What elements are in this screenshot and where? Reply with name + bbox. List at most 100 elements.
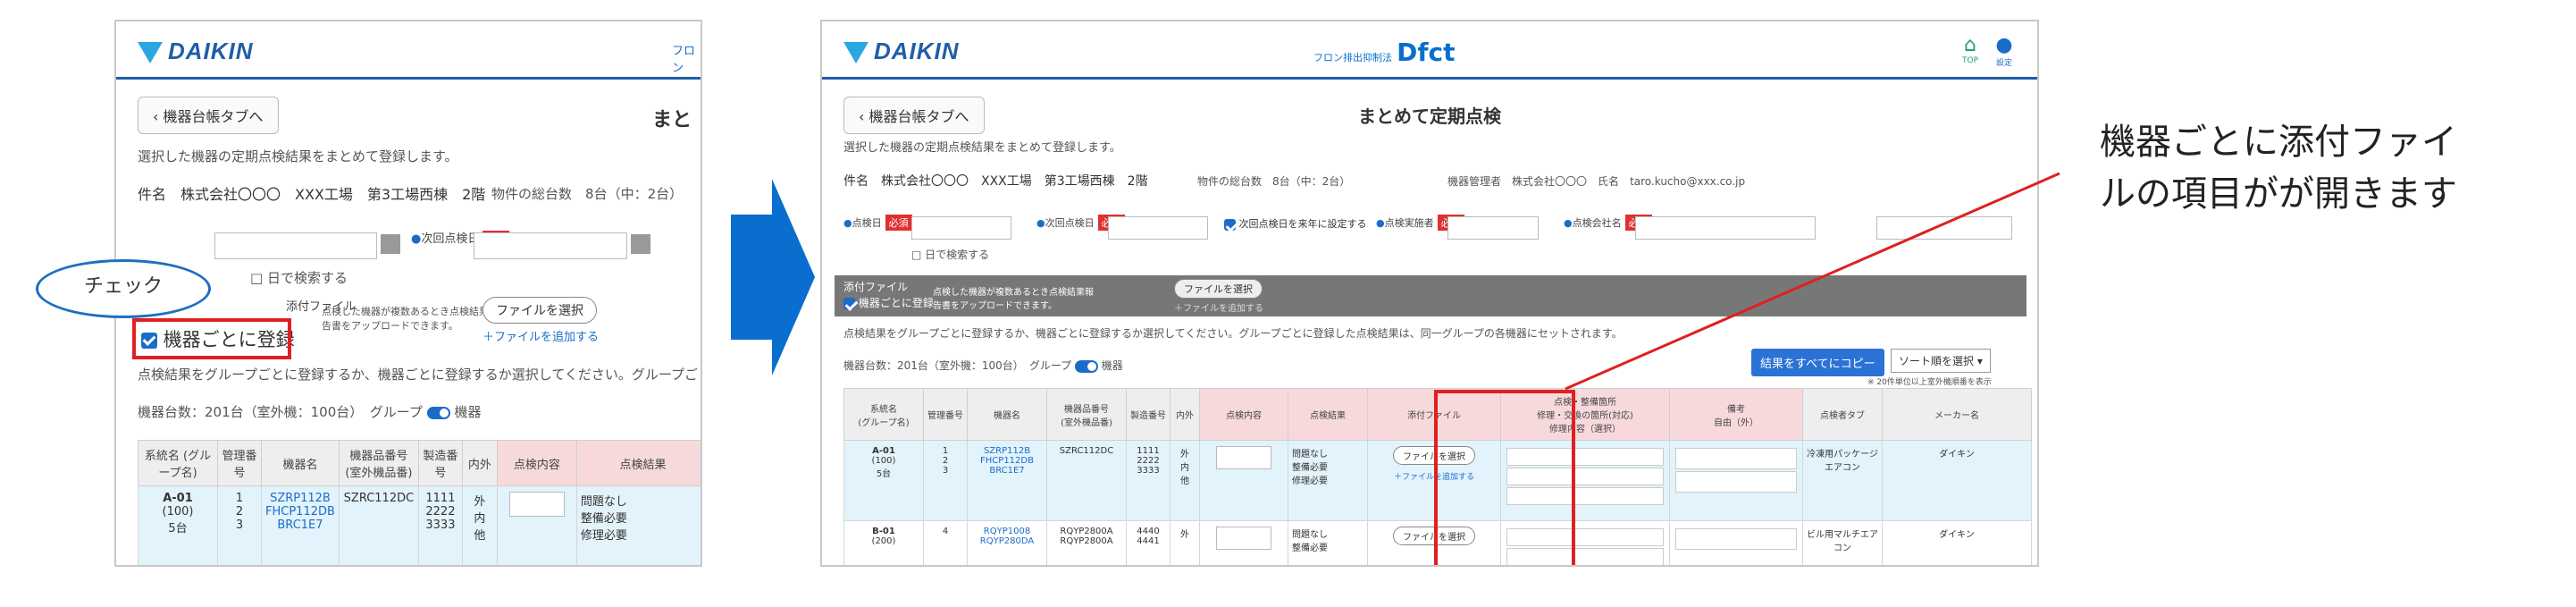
row-models[interactable]: SZRP112B FHCP112DB BRC1E7 [261,485,340,565]
machine-count: 物件の総台数 8台（中：2台） [491,184,683,203]
machine-count-value: 8台（中：2台） [585,186,684,202]
calendar-icon-2[interactable] [631,234,650,254]
col-result: 点検結果 [1288,388,1368,441]
machine-count-value-right: 8台（中：2台） [1272,175,1351,188]
row0-io: 外 内 他 [1170,440,1200,521]
row1-nums: 4 [923,520,968,565]
callout-line-2: ルの項目がが開きます [2100,173,2457,215]
row1-io: 外 [1170,520,1200,565]
per-machine-label-right: 機器ごとに登録 [858,297,934,309]
inspect-date-label-text: 点検日 [852,217,882,229]
file-select-button-bar[interactable]: ファイルを選択 [1174,279,1263,299]
arrow-right-icon [731,179,815,375]
next-date-input[interactable] [474,232,627,259]
per-machine-checkbox-row-right[interactable]: 機器ごとに登録 [843,295,934,310]
per-machine-checkbox-right[interactable] [843,298,855,309]
checker-input[interactable] [1447,216,1539,240]
row0-group-sub: (100) [871,456,896,466]
check-bubble-text: チェック [83,275,163,298]
logo-text-right: DAIKIN [874,38,960,64]
home-icon-label: TOP [1961,56,1978,65]
left-col-result: 点検結果 [575,440,701,486]
page-title-fragment: まと [652,109,692,131]
subject-value-right: 株式会社〇〇〇 XXX工場 第3工場西棟 2階 [881,174,1148,189]
table-row: A-01 (100) 5台 1 2 3 SZRP112B FHCP112DB BRC… [138,485,701,565]
group-toggle-right-panel[interactable] [1074,359,1098,373]
inspect-date-input[interactable] [214,232,377,259]
row-io: 外 内 他 [461,485,498,565]
group-toggle-left-right: グループ [1028,359,1072,372]
col-num: 管理番号 [923,388,968,441]
apply-next-checkbox[interactable]: 次回点検日を来年に設定する [1224,216,1367,231]
row1-part: RQYP2800A RQYP2800A [1046,520,1127,565]
col-io: 内外 [1170,388,1200,441]
same-day-option-right[interactable]: □ 日で検索する [911,247,989,262]
subject-label-right: 件名 [843,174,868,189]
apply-next-checkbox-box[interactable] [1224,218,1236,231]
row1-serials: 4440 4441 [1126,520,1171,565]
back-button-label-right: 機器台帳タブへ [868,108,969,125]
row1-maker: ダイキン [1882,520,2032,565]
logo-text: DAIKIN [168,38,254,64]
back-to-ledger-button-right[interactable]: ‹ 機器台帳タブへ [843,97,985,134]
col-maker: メーカー名 [1882,388,2032,441]
row-nums: 1 2 3 [217,485,262,565]
group-toggle[interactable] [426,406,450,419]
user-icon[interactable]: ● 設定 [1991,34,2018,68]
back-to-ledger-button[interactable]: ‹ 機器台帳タブへ [138,97,279,134]
inspect-date-input-right[interactable] [911,216,1011,240]
col-model: 機器名 [967,388,1047,441]
group-toggle-right: 機器 [454,404,482,420]
back-button-label: 機器台帳タブへ [163,108,264,125]
col-serial: 製造番号 [1126,388,1171,441]
row-serials: 1111 2222 3333 [417,485,463,565]
file-select-button[interactable]: ファイルを選択 [482,297,597,324]
same-day-label-right: 日で検索する [925,249,990,261]
row0-content-input[interactable] [1199,440,1288,521]
row-expand[interactable]: 5台 [168,522,187,535]
subject-label: 件名 [138,186,167,203]
row-result-options[interactable]: 問題なし 整備必要 修理必要 [575,485,701,565]
row-group-sub: (100) [162,505,194,518]
file-select-label: ファイルを選択 [496,304,583,318]
row1-models[interactable]: RQYP1008 RQYP280DA [967,520,1047,565]
row1-note-inputs[interactable] [1669,520,1803,565]
machine-count-label-right: 物件の総台数 [1197,175,1263,188]
file-add-link-bar[interactable]: ＋ファイルを追加する [1174,300,1263,314]
row-content-input[interactable] [496,485,577,565]
same-day-option[interactable]: □ 日で検索する [250,268,348,287]
row1-content-input[interactable] [1199,520,1288,565]
header-line [116,77,701,80]
left-col-group: 系統名 (グループ名) [138,440,218,486]
row0-note-inputs[interactable] [1669,440,1803,521]
daikin-logo-right: DAIKIN [843,38,960,65]
file-add-link[interactable]: ＋ファイルを追加する [482,327,599,344]
row0-serials: 1111 2222 3333 [1126,440,1171,521]
page-title: まとめて定期点検 [1358,105,1501,127]
home-icon[interactable]: ⌂ TOP [1957,34,1984,65]
manager-label: 機器管理者 [1447,175,1502,188]
left-col-io: 内外 [461,440,498,486]
daikin-logo: DAIKIN [138,38,254,65]
row0-group-name: A-01 [872,446,895,456]
calendar-icon[interactable] [381,234,400,254]
next-date-input-right[interactable] [1108,216,1208,240]
callout-line-1: 機器ごとに添付ファイ [2100,122,2457,163]
row0-result-options[interactable]: 問題なし 整備必要 修理必要 [1288,440,1368,521]
group-instruction-right: 点検結果をグループごとに登録するか、機器ごとに登録するか選択してください。グルー… [843,327,1623,340]
row-group: A-01 (100) 5台 [138,485,218,565]
daikin-logo-mark-icon [138,42,163,64]
row-part: SZRC112DC [338,485,419,565]
machine-count-label: 物件の総台数 [491,186,573,202]
row0-models[interactable]: SZRP112B FHCP112DB BRC1E7 [967,440,1047,521]
subject-value: 株式会社〇〇〇 XXX工場 第3工場西棟 2階 [180,186,486,203]
row0-expand[interactable]: 5台 [877,469,891,479]
row1-result-options[interactable]: 問題なし 整備必要 [1288,520,1368,565]
callout-text: 機器ごとに添付ファイ ルの項目がが開きます [2100,116,2457,220]
row0-maker-type: 冷凍用パッケージエアコン [1802,440,1883,521]
machine-total-right: 機器台数：201台（室外機：100台） グループ 機器 [843,358,1123,373]
row1-maker-type: ビル用マルチエアコン [1802,520,1883,565]
note-text: 点検した機器が複数あるとき点検結果報告書をアップロードできます。 [322,306,499,332]
group-instruction: 点検結果をグループごとに登録するか、機器ごとに登録するか選択してください。グルー… [138,367,701,383]
daikin-logo-mark-icon-right [843,42,868,64]
